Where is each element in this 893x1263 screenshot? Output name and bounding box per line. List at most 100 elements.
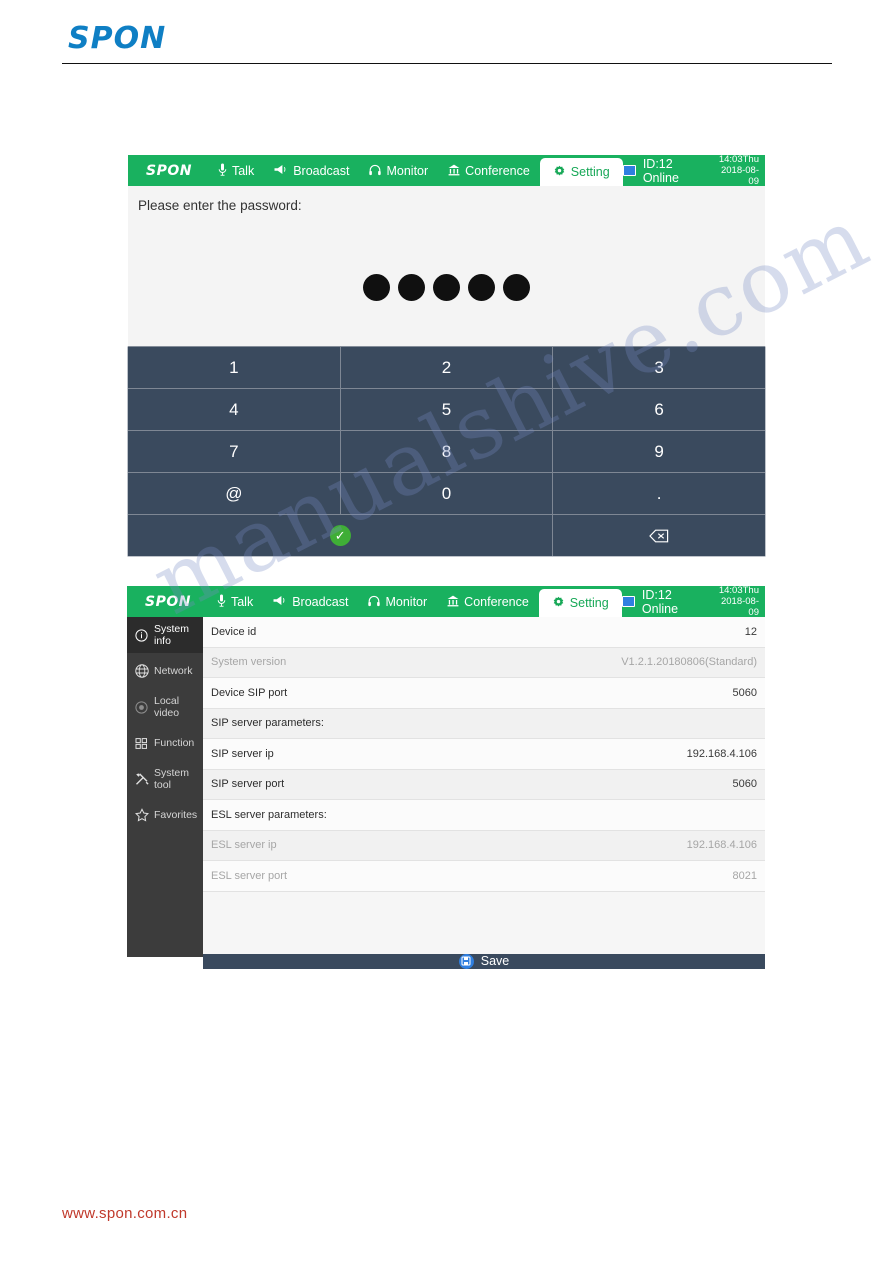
key-1[interactable]: 1 [128,347,340,388]
row-sip-server-parameters: SIP server parameters: [203,708,765,739]
nav-label: Setting [569,596,609,610]
row-device-sip-port[interactable]: Device SIP port 5060 [203,678,765,709]
sidebar-item-function[interactable]: Function [127,725,203,761]
password-dots [128,274,765,301]
nav-label: Talk [230,594,254,609]
save-button[interactable]: Save [203,953,765,969]
clock: 14:03Thu 2018-08-09 [714,585,759,618]
save-icon [458,953,474,969]
password-dot [363,274,390,301]
row-label: ESL server parameters: [211,808,327,821]
nav-item-setting[interactable]: Setting [539,158,623,186]
nav-item-monitor[interactable]: Monitor [358,586,437,617]
sidebar-item-system-tool[interactable]: System tool [127,761,203,797]
page-footer: www.spon.com.cn [62,1205,188,1222]
key-at[interactable]: @ [128,473,340,514]
backspace-button[interactable] [553,515,765,556]
row-label: SIP server parameters: [211,717,324,730]
sidebar-item-system-info[interactable]: System info [127,617,203,653]
row-device-id[interactable]: Device id 12 [203,617,765,648]
save-label: Save [480,954,510,968]
nav-item-broadcast[interactable]: Broadcast [263,586,358,617]
row-label: Device SIP port [211,686,288,699]
connection-status: ID:12 Online [641,587,679,616]
device-brand: SPON [145,593,191,610]
connection-status: ID:12 Online [642,156,679,185]
system-info-rows: Device id 12 System version V1.2.1.20180… [203,617,765,954]
clock: 14:03Thu 2018-08-09 [714,154,759,187]
password-screen-screenshot: SPON Talk Broadcast Monitor Conference S… [128,154,765,556]
settings-content: Device id 12 System version V1.2.1.20180… [203,617,765,969]
key-6[interactable]: 6 [553,389,765,430]
key-7[interactable]: 7 [128,431,340,472]
megaphone-icon [273,595,287,608]
sidebar-item-label: Network [154,665,193,677]
sidebar-item-label: System tool [154,767,190,791]
nav-item-setting[interactable]: Setting [538,589,622,617]
bank-icon [448,164,460,178]
sidebar-item-network[interactable]: Network [127,653,203,689]
grid-icon [134,736,149,751]
page-header: SPON [62,24,832,64]
header-divider [62,63,832,64]
clock-date: 2018-08-09 [720,165,759,187]
row-system-version: System version V1.2.1.20180806(Standard) [203,647,765,678]
key-0[interactable]: 0 [340,473,553,514]
row-label: ESL server ip [211,839,277,852]
nav-item-conference[interactable]: Conference [438,155,540,186]
row-label: SIP server port [211,778,285,791]
globe-icon [134,664,149,679]
key-dot[interactable]: . [553,473,765,514]
bank-icon [447,595,459,609]
row-sip-server-port[interactable]: SIP server port 5060 [203,769,765,800]
key-5[interactable]: 5 [340,389,553,430]
row-label: SIP server ip [211,747,274,760]
nav-item-conference[interactable]: Conference [437,586,539,617]
monitor-icon [621,596,635,607]
rows-empty-space [203,891,765,954]
microphone-icon [218,163,227,178]
sidebar-item-label: System info [154,623,190,647]
password-dot [468,274,495,301]
clock-date: 2018-08-09 [720,596,759,618]
row-value: V1.2.1.20180806(Standard) [621,656,757,669]
row-esl-server-ip[interactable]: ESL server ip 192.168.4.106 [203,830,765,861]
nav-label: Setting [570,165,610,179]
nav-label: Broadcast [292,594,349,609]
sidebar-item-local-video[interactable]: Local video [127,689,203,725]
clock-time: 14:03Thu [718,154,759,165]
key-9[interactable]: 9 [553,431,765,472]
row-sip-server-ip[interactable]: SIP server ip 192.168.4.106 [203,739,765,770]
row-esl-server-port[interactable]: ESL server port 8021 [203,861,765,892]
topbar-status-area: ID:12 Online 14:03Thu 2018-08-09 [621,585,765,618]
key-8[interactable]: 8 [340,431,553,472]
row-value: 8021 [732,869,757,882]
nav-item-talk[interactable]: Talk [208,155,264,186]
confirm-button[interactable]: ✓ [128,515,553,556]
password-prompt: Please enter the password: [138,198,302,213]
sidebar-item-favorites[interactable]: Favorites [127,797,203,833]
nav-item-monitor[interactable]: Monitor [359,155,438,186]
device-topbar: SPON Talk Broadcast Monitor Conference S… [128,154,765,187]
monitor-icon [622,165,636,176]
sidebar-item-label: Favorites [154,809,198,821]
headphone-icon [368,595,381,609]
key-2[interactable]: 2 [340,347,553,388]
info-icon [134,628,149,643]
sidebar-item-label: Local video [154,695,180,719]
camera-icon [134,700,149,715]
key-4[interactable]: 4 [128,389,340,430]
topbar-status-area: ID:12 Online 14:03Thu 2018-08-09 [622,154,765,187]
headphone-icon [369,164,382,178]
key-3[interactable]: 3 [553,347,765,388]
row-label: System version [211,656,287,669]
nav-label: Talk [231,163,255,178]
nav-item-talk[interactable]: Talk [207,586,263,617]
nav-label: Broadcast [293,163,350,178]
device-brand: SPON [146,162,192,179]
clock-time: 14:03Thu [718,585,759,596]
row-value: 5060 [732,686,757,699]
nav-item-broadcast[interactable]: Broadcast [264,155,359,186]
tools-icon [134,772,149,787]
password-entry-area: Please enter the password: [128,186,765,346]
